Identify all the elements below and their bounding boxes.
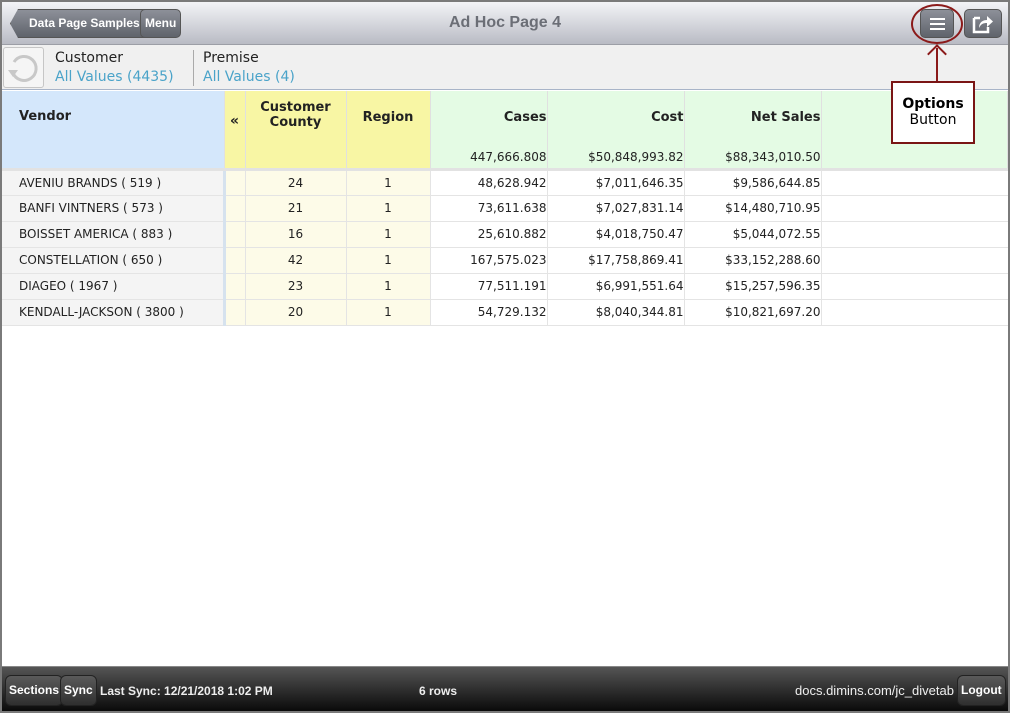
cost-cell: $7,011,646.35 [547,169,685,196]
cases-cell: 54,729.132 [430,299,548,326]
filter-divider [193,50,194,86]
cases-cell: 77,511.191 [430,273,548,300]
options-callout: Options Button [891,81,975,144]
collapse-spacer-cell [224,299,246,326]
data-table: Vendor « Customer County Region Cases 44… [2,91,1008,326]
vendor-cell[interactable]: KENDALL-JACKSON ( 3800 ) [2,299,226,326]
region-cell: 1 [346,247,431,274]
cost-cell: $17,758,869.41 [547,247,685,274]
filter-bar: Customer All Values (4435) Premise All V… [2,45,1008,90]
filter-label: Premise [203,50,259,66]
total-cases: 447,666.808 [470,149,547,164]
callout-subtitle: Button [909,112,957,128]
filter-value[interactable]: All Values (4435) [55,69,174,85]
vendor-cell[interactable]: BOISSET AMERICA ( 883 ) [2,221,226,248]
net-sales-cell: $33,152,288.60 [684,247,822,274]
total-cost: $50,848,993.82 [588,149,684,164]
collapse-columns-button[interactable]: « [224,91,246,171]
vendor-cell[interactable]: CONSTELLATION ( 650 ) [2,247,226,274]
filler-cell [821,299,1008,326]
table-row[interactable]: BANFI VINTNERS ( 573 ) 21 1 73,611.638 $7,02… [2,195,1008,222]
row-count: 6 rows [419,684,458,698]
cost-cell: $7,027,831.14 [547,195,685,222]
top-bar: Data Page Samples Menu Ad Hoc Page 4 [2,2,1008,45]
last-sync-text: Last Sync: 12/21/2018 1:02 PM [100,684,273,698]
customer-county-cell: 23 [245,273,347,300]
collapse-spacer-cell [224,195,246,222]
table-row[interactable]: AVENIU BRANDS ( 519 ) 24 1 48,628.942 $7,011… [2,169,1008,196]
customer-county-cell: 42 [245,247,347,274]
column-header-label: Net Sales [750,110,821,125]
filler-cell [821,247,1008,274]
filter-label: Customer [55,50,124,66]
column-header-label: Cases [503,110,547,125]
footer-bar: Sections Sync Last Sync: 12/21/2018 1:02… [2,666,1008,711]
sync-button[interactable]: Sync [60,675,97,706]
filler-cell [821,169,1008,196]
callout-title: Options [902,96,964,112]
cases-cell: 48,628.942 [430,169,548,196]
logout-button[interactable]: Logout [957,675,1006,706]
collapse-spacer-cell [224,273,246,300]
region-cell: 1 [346,169,431,196]
net-sales-cell: $9,586,644.85 [684,169,822,196]
column-header-net-sales[interactable]: Net Sales $88,343,010.50 [684,91,822,171]
net-sales-cell: $15,257,596.35 [684,273,822,300]
collapse-spacer-cell [224,247,246,274]
column-header-region[interactable]: Region [346,91,431,171]
customer-county-cell: 20 [245,299,347,326]
reset-filters-button[interactable] [3,47,44,88]
net-sales-cell: $14,480,710.95 [684,195,822,222]
cost-cell: $8,040,344.81 [547,299,685,326]
filter-value[interactable]: All Values (4) [203,69,295,85]
region-cell: 1 [346,273,431,300]
vendor-cell[interactable]: BANFI VINTNERS ( 573 ) [2,195,226,222]
customer-county-cell: 21 [245,195,347,222]
callout-highlight-circle [911,4,963,44]
filler-cell [821,273,1008,300]
vendor-cell[interactable]: DIAGEO ( 1967 ) [2,273,226,300]
server-url: docs.dimins.com/jc_divetab [795,683,954,698]
cost-cell: $4,018,750.47 [547,221,685,248]
app-window: Data Page Samples Menu Ad Hoc Page 4 Cus… [2,2,1008,711]
sections-button[interactable]: Sections [5,675,64,706]
header-row: Vendor « Customer County Region Cases 44… [2,91,1008,171]
filter-premise[interactable]: Premise All Values (4) [203,50,295,85]
refresh-icon [8,54,38,82]
column-header-cases[interactable]: Cases 447,666.808 [430,91,548,171]
customer-county-cell: 24 [245,169,347,196]
region-cell: 1 [346,221,431,248]
share-icon [972,16,993,34]
cost-cell: $6,991,551.64 [547,273,685,300]
collapse-spacer-cell [224,169,246,196]
column-header-cost[interactable]: Cost $50,848,993.82 [547,91,685,171]
filler-cell [821,195,1008,222]
net-sales-cell: $10,821,697.20 [684,299,822,326]
region-cell: 1 [346,299,431,326]
table-row[interactable]: BOISSET AMERICA ( 883 ) 16 1 25,610.882 $4,0… [2,221,1008,248]
filter-customer[interactable]: Customer All Values (4435) [55,50,174,85]
cases-cell: 167,575.023 [430,247,548,274]
table-row[interactable]: KENDALL-JACKSON ( 3800 ) 20 1 54,729.132 $8,… [2,299,1008,326]
table-row[interactable]: DIAGEO ( 1967 ) 23 1 77,511.191 $6,991,551.6… [2,273,1008,300]
net-sales-cell: $5,044,072.55 [684,221,822,248]
column-header-vendor[interactable]: Vendor [2,91,225,171]
collapse-spacer-cell [224,221,246,248]
cases-cell: 73,611.638 [430,195,548,222]
vendor-cell[interactable]: AVENIU BRANDS ( 519 ) [2,169,226,196]
table-row[interactable]: CONSTELLATION ( 650 ) 42 1 167,575.023 $17,7… [2,247,1008,274]
total-net-sales: $88,343,010.50 [725,149,821,164]
column-header-label: Cost [651,110,684,125]
filler-cell [821,221,1008,248]
share-button[interactable] [964,9,1002,38]
region-cell: 1 [346,195,431,222]
column-header-customer-county[interactable]: Customer County [245,91,347,171]
cases-cell: 25,610.882 [430,221,548,248]
page-title: Ad Hoc Page 4 [448,14,562,31]
customer-county-cell: 16 [245,221,347,248]
